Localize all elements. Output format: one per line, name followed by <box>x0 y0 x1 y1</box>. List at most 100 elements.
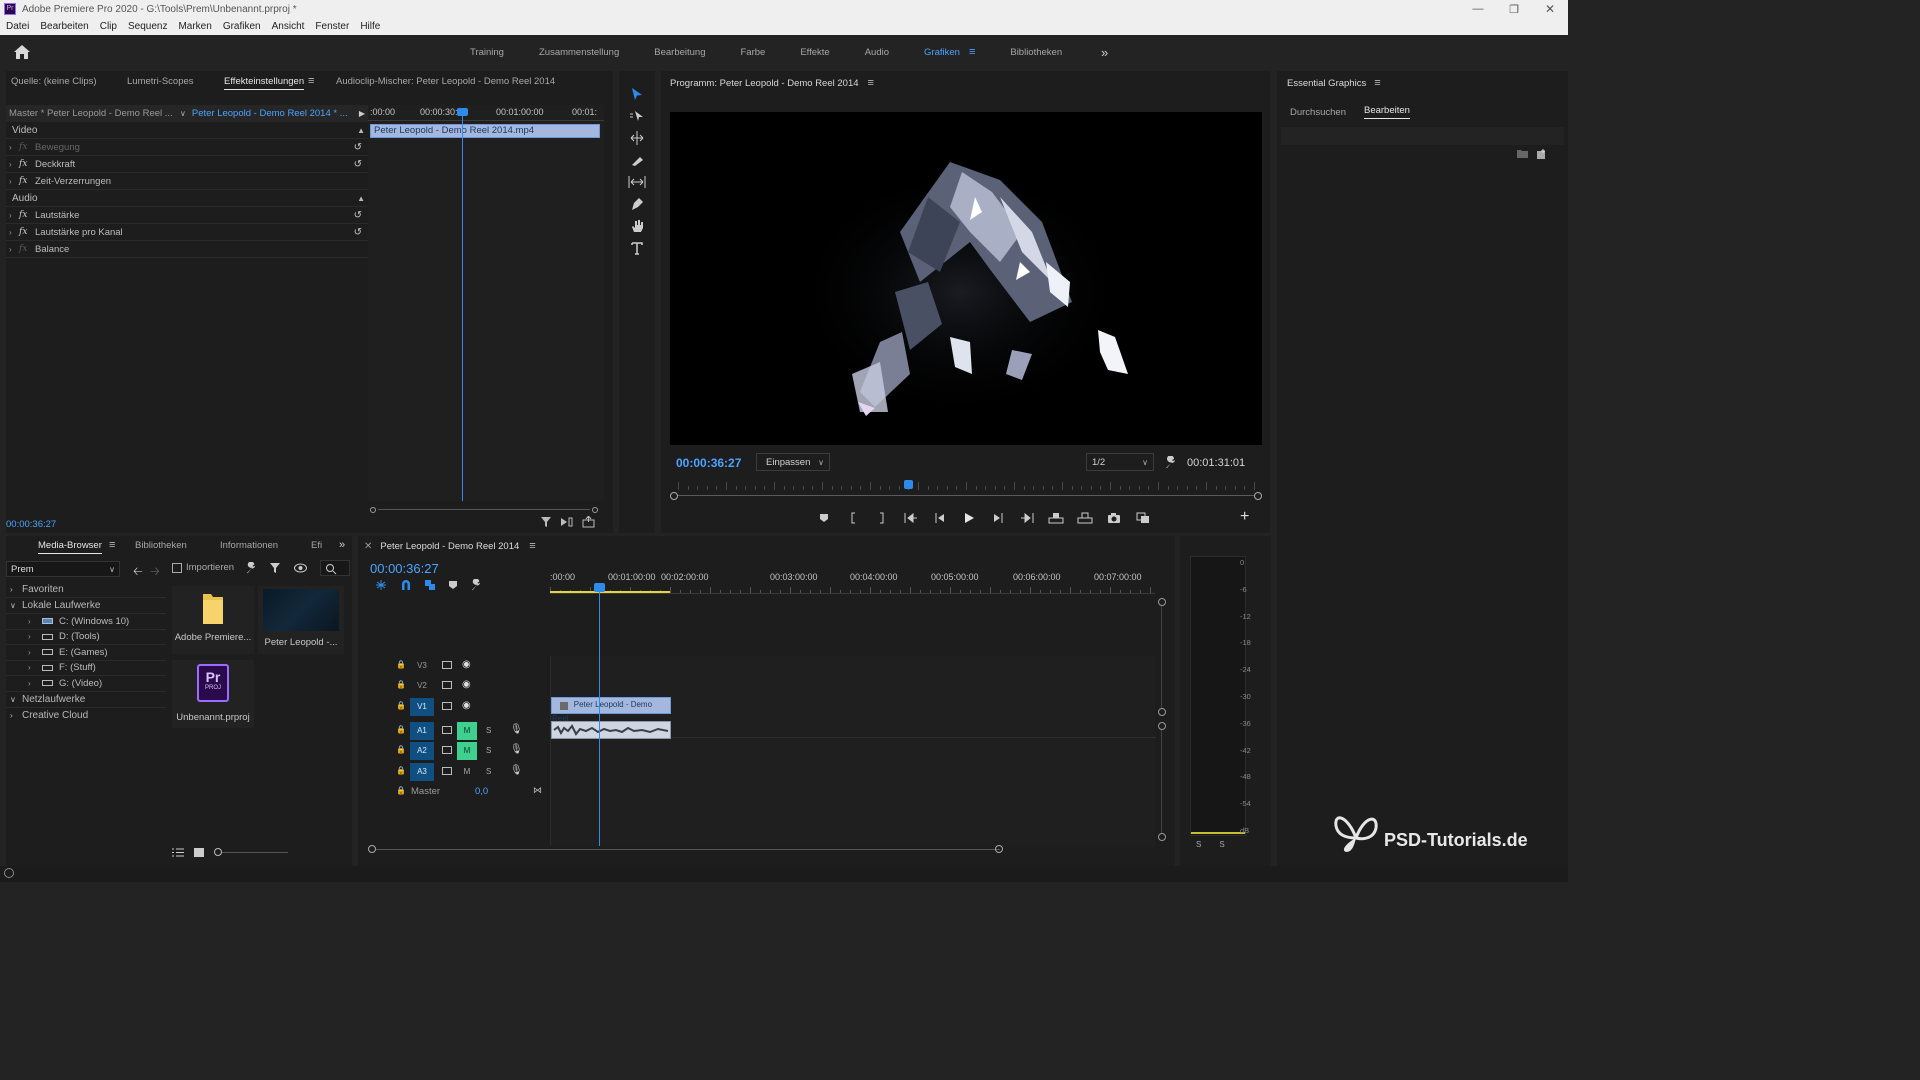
lock-icon[interactable]: 🔒 <box>396 680 406 689</box>
lock-icon[interactable]: 🔒 <box>396 786 406 795</box>
tree-creative-cloud[interactable]: › Creative Cloud <box>6 708 166 724</box>
new-layer-icon[interactable] <box>1537 149 1547 159</box>
lift-icon[interactable] <box>1041 507 1070 529</box>
panel-menu-icon[interactable]: ≡ <box>109 539 115 551</box>
fx-icon[interactable]: fx <box>19 176 35 186</box>
lock-icon[interactable]: 🔒 <box>396 725 406 734</box>
expand-chevron-icon[interactable]: › <box>28 648 42 657</box>
track-target-a1[interactable]: A1 <box>410 722 434 740</box>
nest-icon[interactable] <box>374 579 388 591</box>
resolution-dropdown[interactable]: 1/2 ∨ <box>1086 453 1154 471</box>
filter-icon[interactable] <box>540 516 552 528</box>
track-target-v3[interactable]: V3 <box>410 657 434 675</box>
workspace-tab-training[interactable]: Training <box>470 47 504 58</box>
pen-tool-icon[interactable] <box>626 193 648 215</box>
mute-button[interactable]: M <box>457 763 477 781</box>
wrench-icon[interactable] <box>1164 456 1177 469</box>
more-workspaces-icon[interactable]: » <box>1101 45 1108 60</box>
snap-magnet-icon[interactable] <box>400 579 412 591</box>
expand-chevron-icon[interactable]: › <box>28 663 42 672</box>
mute-button[interactable]: M <box>457 722 477 740</box>
source-tab-2[interactable]: Effekteinstellungen <box>224 76 305 90</box>
video-clip[interactable]: Peter Leopold - Demo Reel <box>551 697 671 723</box>
sequence-clip-label[interactable]: Peter Leopold - Demo Reel 2014 * ... <box>192 108 348 119</box>
program-scrubber[interactable] <box>670 478 1262 500</box>
workspace-tab-effekte[interactable]: Effekte <box>800 47 829 58</box>
menu-grafiken[interactable]: Grafiken <box>223 21 261 32</box>
mute-button[interactable]: M <box>457 742 477 760</box>
expand-chevron-icon[interactable]: › <box>28 679 42 688</box>
workspace-tab-bearbeitung[interactable]: Bearbeitung <box>654 47 705 58</box>
effect-row[interactable]: › fx Bewegung ↺ <box>6 139 368 156</box>
eg-tab-bearbeiten[interactable]: Bearbeiten <box>1363 105 1410 119</box>
add-marker-icon[interactable] <box>448 580 458 590</box>
expand-chevron-icon[interactable]: › <box>28 617 42 626</box>
program-timecode[interactable]: 00:00:36:27 <box>676 456 741 470</box>
selection-tool-icon[interactable] <box>626 83 648 105</box>
workspace-tab-audio[interactable]: Audio <box>865 47 889 58</box>
play-triangle-icon[interactable]: ▶ <box>359 109 365 118</box>
menu-ansicht[interactable]: Ansicht <box>272 21 305 32</box>
close-button[interactable]: ✕ <box>1532 2 1568 16</box>
solo-right-button[interactable]: S <box>1219 840 1224 849</box>
workspace-tab-farbe[interactable]: Farbe <box>740 47 765 58</box>
slip-tool-icon[interactable] <box>626 171 648 193</box>
forward-arrow-icon[interactable]: 🡢 <box>150 562 160 583</box>
sync-lock-icon[interactable] <box>442 767 452 775</box>
timeline-playhead[interactable] <box>599 584 600 846</box>
effect-row[interactable]: › fx Lautstärke pro Kanal ↺ <box>6 224 368 241</box>
menu-datei[interactable]: Datei <box>6 21 29 32</box>
overflow-tabs-icon[interactable]: » <box>339 539 345 551</box>
search-field[interactable] <box>320 560 350 576</box>
tree-drive[interactable]: › G: (Video) <box>6 676 166 692</box>
lock-icon[interactable]: 🔒 <box>396 701 406 710</box>
home-icon[interactable] <box>13 44 31 60</box>
step-forward-icon[interactable] <box>983 507 1012 529</box>
sync-lock-icon[interactable] <box>442 702 452 710</box>
expand-chevron-icon[interactable]: › <box>28 632 42 641</box>
close-tab-icon[interactable]: ✕ <box>364 541 372 552</box>
menu-clip[interactable]: Clip <box>100 21 117 32</box>
lock-icon[interactable]: 🔒 <box>396 766 406 775</box>
expand-chevron-icon[interactable]: › <box>9 160 19 169</box>
wrench-icon[interactable] <box>245 562 257 574</box>
reset-icon[interactable]: ↺ <box>354 210 362 221</box>
tree-drive[interactable]: › D: (Tools) <box>6 630 166 645</box>
list-view-icon[interactable] <box>172 848 184 857</box>
audio-clip[interactable] <box>551 721 671 739</box>
expand-chevron-icon[interactable]: › <box>9 228 19 237</box>
collapse-icon[interactable]: ▲ <box>357 194 365 203</box>
eye-icon[interactable]: ◉ <box>462 659 471 670</box>
back-arrow-icon[interactable]: 🡠 <box>133 562 143 583</box>
import-checkbox[interactable] <box>172 562 182 573</box>
comparison-view-icon[interactable] <box>1128 507 1157 529</box>
tree-network[interactable]: ∨ Netzlaufwerke <box>6 692 166 708</box>
export-icon[interactable] <box>582 516 595 528</box>
play-icon[interactable] <box>954 507 983 529</box>
workspace-tab-zusammenstellung[interactable]: Zusammenstellung <box>539 47 619 58</box>
reset-icon[interactable]: ↺ <box>354 159 362 170</box>
timeline-ruler[interactable]: :00:00 00:01:00:00 00:02:00:00 00:03:00:00 0… <box>550 564 1155 594</box>
track-target-a2[interactable]: A2 <box>410 742 434 760</box>
menu-fenster[interactable]: Fenster <box>315 21 349 32</box>
hand-tool-icon[interactable] <box>626 215 648 237</box>
track-target-v1[interactable]: V1 <box>410 698 434 716</box>
eg-tab-durchsuchen[interactable]: Durchsuchen <box>1290 107 1346 118</box>
workspace-tab-bibliotheken[interactable]: Bibliotheken <box>1010 47 1062 58</box>
effect-row[interactable]: › fx Deckkraft ↺ <box>6 156 368 173</box>
panel-menu-icon[interactable]: ≡ <box>529 540 535 552</box>
fx-icon[interactable]: fx <box>19 142 35 152</box>
tree-local-drives[interactable]: ∨ Lokale Laufwerke <box>6 598 166 614</box>
tree-drive[interactable]: › E: (Games) <box>6 645 166 661</box>
source-tab-1[interactable]: Lumetri-Scopes <box>127 76 194 87</box>
microphone-icon[interactable]: 🎙 <box>510 744 523 755</box>
panel-menu-icon[interactable]: ≡ <box>868 77 874 89</box>
reset-icon[interactable]: ↺ <box>354 142 362 153</box>
reset-icon[interactable]: ↺ <box>354 227 362 238</box>
effect-timecode[interactable]: 00:00:36:27 <box>6 519 56 530</box>
restore-button[interactable]: ❐ <box>1496 3 1532 16</box>
source-tab-0[interactable]: Quelle: (keine Clips) <box>11 76 97 87</box>
sync-lock-icon[interactable] <box>442 681 452 689</box>
thumb-video[interactable]: Peter Leopold -... <box>258 586 344 654</box>
effect-zoom-scrollbar[interactable] <box>370 507 598 513</box>
